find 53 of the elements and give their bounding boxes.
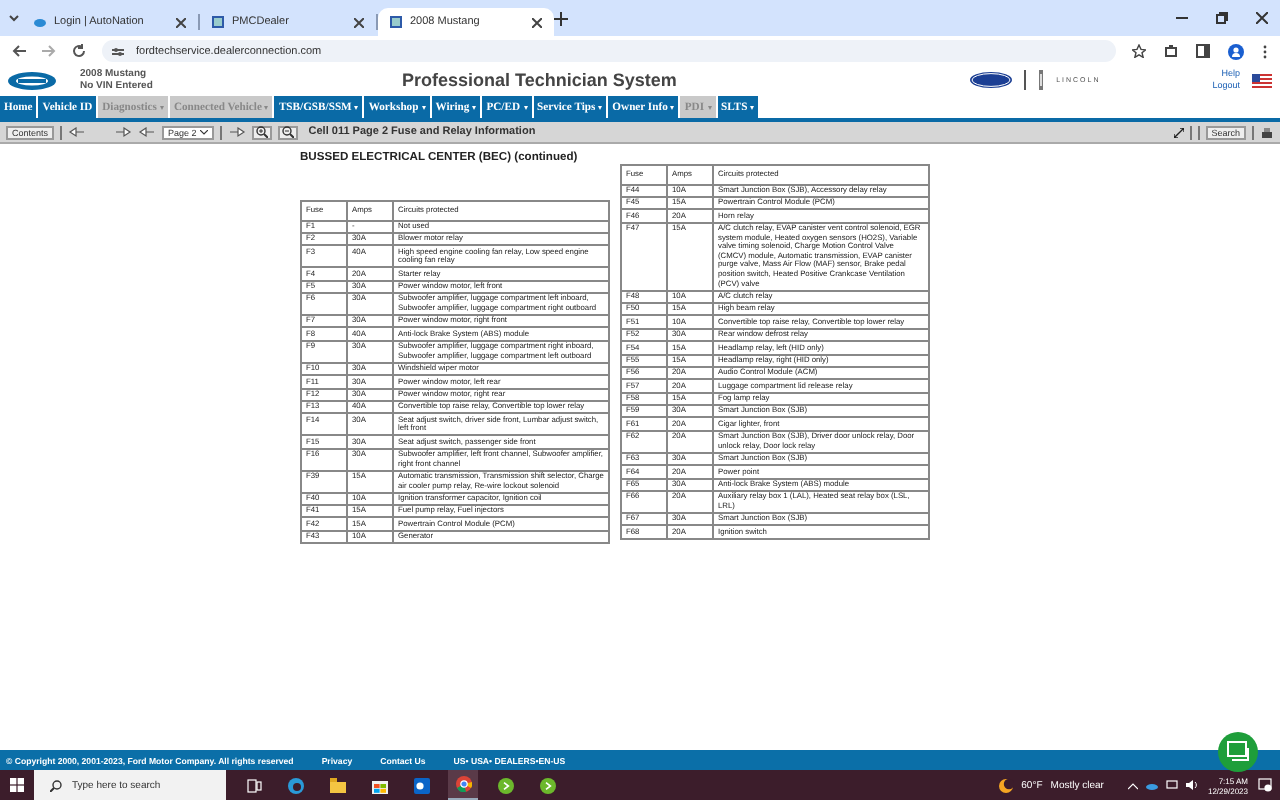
restore-icon[interactable]: [1216, 12, 1228, 24]
notification-icon[interactable]: [1258, 778, 1272, 792]
cloud-icon[interactable]: [1145, 781, 1158, 789]
ford-logo-icon: [970, 72, 1013, 88]
search-icon: [50, 779, 62, 791]
chevron-icon: [200, 129, 209, 135]
zoom-out-icon: [282, 126, 295, 138]
browser-icon[interactable]: [287, 777, 303, 793]
store-icon[interactable]: [371, 777, 387, 793]
zoom-out-button[interactable]: [278, 125, 299, 139]
chevron-icon[interactable]: [1127, 781, 1138, 789]
logo-icon: [8, 71, 56, 89]
close-icon[interactable]: [532, 17, 542, 27]
emblem-icon: [1038, 70, 1045, 90]
cloud-icon: [34, 16, 46, 28]
chat-icon[interactable]: [1218, 732, 1258, 772]
extensions-icon[interactable]: [1164, 44, 1178, 58]
side-panel-icon[interactable]: [1196, 44, 1210, 58]
expand-icon[interactable]: [1173, 127, 1184, 137]
tab-list-icon[interactable]: [6, 10, 22, 26]
app-title: Professional Technician System: [400, 70, 679, 90]
folder-icon[interactable]: [329, 777, 345, 793]
zoom-in-icon: [256, 126, 269, 138]
task-view-icon[interactable]: [245, 777, 261, 793]
print-icon[interactable]: [1260, 125, 1274, 139]
star-icon[interactable]: [1132, 44, 1146, 58]
forward-arrow-icon[interactable]: [228, 126, 247, 138]
moon-icon[interactable]: [997, 777, 1014, 793]
close-icon[interactable]: [354, 17, 364, 27]
page-icon: [212, 16, 224, 28]
back-arrow-icon[interactable]: [138, 126, 157, 138]
close-icon[interactable]: [1256, 12, 1268, 24]
start-icon[interactable]: [10, 778, 24, 792]
close-icon[interactable]: [176, 17, 186, 27]
site-info-icon[interactable]: [112, 45, 124, 57]
new-tab-icon[interactable]: [554, 11, 568, 25]
back-arrow-icon[interactable]: [68, 126, 87, 138]
divider-icon: [1024, 70, 1027, 90]
reload-icon[interactable]: [72, 44, 86, 58]
page-icon: [390, 16, 402, 28]
mail-icon[interactable]: [413, 777, 429, 793]
zoom-in-button[interactable]: [252, 125, 273, 139]
play-icon[interactable]: [539, 777, 555, 793]
profile-icon[interactable]: [1228, 43, 1244, 59]
forward-arrow-icon[interactable]: [114, 126, 133, 138]
back-icon[interactable]: [12, 44, 26, 58]
chrome-icon[interactable]: [455, 776, 471, 792]
play-icon[interactable]: [497, 777, 513, 793]
speaker-icon[interactable]: [1185, 780, 1198, 790]
menu-icon[interactable]: [1262, 43, 1268, 59]
network-icon[interactable]: [1165, 780, 1178, 790]
minimize-icon[interactable]: [1176, 12, 1188, 24]
flag-icon: [1252, 73, 1272, 87]
